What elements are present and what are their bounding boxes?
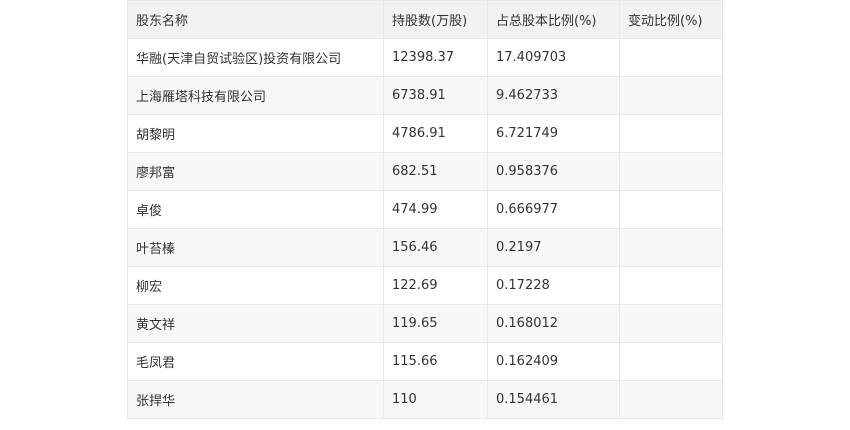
header-row: 股东名称 持股数(万股) 占总股本比例(%) 变动比例(%) [127,0,723,39]
table-body: 华融(天津自贸试验区)投资有限公司 12398.37 17.409703 上海雁… [127,38,723,419]
cell-shares-held: 156.46 [383,228,488,267]
table-row: 华融(天津自贸试验区)投资有限公司 12398.37 17.409703 [127,38,723,77]
cell-shares-held: 119.65 [383,304,488,343]
header-change-ratio: 变动比例(%) [619,0,723,39]
cell-share-ratio: 6.721749 [487,114,620,153]
cell-change-ratio [619,190,723,229]
table-row: 黄文祥 119.65 0.168012 [127,304,723,343]
shareholder-table-container: 股东名称 持股数(万股) 占总股本比例(%) 变动比例(%) 华融(天津自贸试验… [127,0,723,419]
cell-change-ratio [619,114,723,153]
cell-change-ratio [619,342,723,381]
cell-share-ratio: 0.17228 [487,266,620,305]
cell-shares-held: 6738.91 [383,76,488,115]
cell-share-ratio: 0.162409 [487,342,620,381]
header-shares-held: 持股数(万股) [383,0,488,39]
cell-share-ratio: 0.168012 [487,304,620,343]
cell-change-ratio [619,304,723,343]
cell-shareholder-name: 华融(天津自贸试验区)投资有限公司 [127,38,384,77]
header-share-ratio: 占总股本比例(%) [487,0,620,39]
cell-shareholder-name: 廖邦富 [127,152,384,191]
cell-change-ratio [619,266,723,305]
cell-shares-held: 110 [383,380,488,419]
cell-change-ratio [619,380,723,419]
cell-share-ratio: 0.154461 [487,380,620,419]
cell-shareholder-name: 柳宏 [127,266,384,305]
table-row: 廖邦富 682.51 0.958376 [127,152,723,191]
cell-shares-held: 4786.91 [383,114,488,153]
table-row: 张捍华 110 0.154461 [127,380,723,419]
cell-shares-held: 115.66 [383,342,488,381]
cell-shareholder-name: 上海雁塔科技有限公司 [127,76,384,115]
cell-shareholder-name: 张捍华 [127,380,384,419]
cell-share-ratio: 0.666977 [487,190,620,229]
table-row: 毛凤君 115.66 0.162409 [127,342,723,381]
cell-shares-held: 122.69 [383,266,488,305]
cell-change-ratio [619,76,723,115]
table-row: 卓俊 474.99 0.666977 [127,190,723,229]
table-header: 股东名称 持股数(万股) 占总股本比例(%) 变动比例(%) [127,0,723,39]
cell-shareholder-name: 毛凤君 [127,342,384,381]
cell-shares-held: 682.51 [383,152,488,191]
shareholder-table: 股东名称 持股数(万股) 占总股本比例(%) 变动比例(%) 华融(天津自贸试验… [127,0,723,419]
cell-change-ratio [619,228,723,267]
cell-shareholder-name: 叶苔榛 [127,228,384,267]
table-row: 柳宏 122.69 0.17228 [127,266,723,305]
cell-change-ratio [619,152,723,191]
cell-change-ratio [619,38,723,77]
table-row: 叶苔榛 156.46 0.2197 [127,228,723,267]
cell-shareholder-name: 卓俊 [127,190,384,229]
table-row: 上海雁塔科技有限公司 6738.91 9.462733 [127,76,723,115]
cell-share-ratio: 0.2197 [487,228,620,267]
cell-share-ratio: 9.462733 [487,76,620,115]
cell-share-ratio: 17.409703 [487,38,620,77]
cell-shareholder-name: 黄文祥 [127,304,384,343]
cell-shareholder-name: 胡黎明 [127,114,384,153]
cell-share-ratio: 0.958376 [487,152,620,191]
table-row: 胡黎明 4786.91 6.721749 [127,114,723,153]
cell-shares-held: 12398.37 [383,38,488,77]
header-shareholder-name: 股东名称 [127,0,384,39]
cell-shares-held: 474.99 [383,190,488,229]
